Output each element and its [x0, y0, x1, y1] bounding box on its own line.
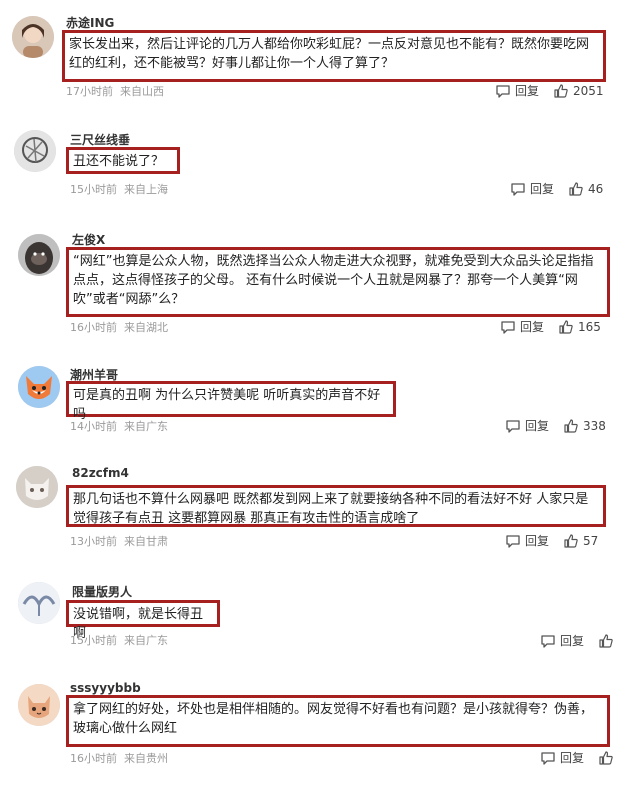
like-count: 165 — [578, 319, 601, 334]
comment-meta: 17小时前 来自山西 — [66, 83, 164, 99]
like-count: 46 — [588, 181, 604, 196]
comment-body: 那几句话也不算什么网暴吧 既然都发到网上来了就要接纳各种不同的看法好不好 人家只… — [66, 485, 606, 527]
reply-label: 回复 — [560, 634, 585, 648]
comment-list: 赤途ING 家长发出来，然后让评论的几万人都给你吹彩虹屁？一点反对意见也不能有？既… — [0, 0, 618, 788]
comment-time: 15小时前 — [70, 634, 117, 647]
like-count: 57 — [583, 533, 599, 548]
comment-meta: 16小时前 来自湖北 — [70, 319, 168, 335]
comment-username[interactable]: sssyyybbb — [70, 681, 141, 695]
avatar-fox-icon[interactable] — [18, 366, 60, 408]
comment-meta: 15小时前 来自广东 — [70, 632, 168, 648]
comment-username[interactable]: 82zcfm4 — [72, 466, 129, 480]
avatar-gorilla-icon[interactable] — [18, 234, 60, 276]
like-button[interactable]: 213 — [598, 633, 618, 649]
reply-icon — [505, 418, 525, 434]
reply-button[interactable]: 回复 — [505, 417, 549, 434]
comment-time: 17小时前 — [66, 85, 113, 98]
comment-location: 来自山西 — [120, 85, 164, 98]
avatar-cat-icon[interactable] — [16, 466, 58, 508]
comment-actions: 回复 338 — [505, 417, 606, 434]
comment-username[interactable]: 限量版男人 — [72, 583, 132, 600]
reply-icon — [540, 633, 560, 649]
like-button[interactable]: 165 — [558, 319, 601, 335]
comment-username[interactable]: 三尺丝线垂 — [70, 131, 130, 148]
avatar-girl-icon[interactable] — [12, 16, 54, 58]
comment-username[interactable]: 赤途ING — [66, 14, 114, 31]
thumbs-up-icon — [553, 83, 573, 99]
reply-label: 回复 — [530, 182, 555, 196]
comment-actions: 回复 46 — [510, 180, 603, 197]
reply-icon — [500, 319, 520, 335]
comment-meta: 16小时前 来自贵州 — [70, 750, 168, 766]
comment-time: 14小时前 — [70, 420, 117, 433]
reply-label: 回复 — [525, 419, 550, 433]
like-button[interactable]: 676 — [598, 750, 618, 766]
comment-body: 可是真的丑啊 为什么只许赞美呢 听听真实的声音不好吗 — [66, 381, 396, 422]
reply-label: 回复 — [560, 751, 585, 765]
reply-button[interactable]: 回复 — [510, 180, 554, 197]
comment-body: 家长发出来，然后让评论的几万人都给你吹彩虹屁？一点反对意见也不能有？既然你要吃网… — [62, 30, 606, 82]
comment-actions: 回复 676 — [540, 749, 618, 766]
avatar-sketch-icon[interactable] — [14, 130, 56, 172]
reply-button[interactable]: 回复 — [495, 82, 539, 99]
reply-icon — [505, 533, 525, 549]
thumbs-up-icon — [558, 319, 578, 335]
reply-icon — [510, 181, 530, 197]
like-count: 338 — [583, 418, 606, 433]
comment-location: 来自广东 — [124, 634, 168, 647]
like-button[interactable]: 46 — [568, 181, 603, 197]
comment-time: 13小时前 — [70, 535, 117, 548]
comment-location: 来自上海 — [124, 183, 168, 196]
comment-time: 16小时前 — [70, 752, 117, 765]
thumbs-up-icon — [563, 418, 583, 434]
avatar-bird-icon[interactable] — [18, 582, 60, 624]
comment-meta: 14小时前 来自广东 — [70, 418, 168, 434]
comment-actions: 回复 213 — [540, 632, 618, 649]
comment-body: 没说错啊，就是长得丑啊 — [66, 600, 220, 641]
comment-time: 16小时前 — [70, 321, 117, 334]
reply-button[interactable]: 回复 — [500, 318, 544, 335]
comment-body: “网红”也算是公众人物，既然选择当公众人物走进大众视野，就难免受到大众品头论足指… — [66, 247, 610, 317]
reply-button[interactable]: 回复 — [540, 632, 584, 649]
reply-button[interactable]: 回复 — [540, 749, 584, 766]
like-button[interactable]: 2051 — [553, 83, 604, 99]
comment-username[interactable]: 左俊X — [72, 231, 105, 248]
reply-icon — [540, 750, 560, 766]
comment-actions: 回复 57 — [505, 532, 598, 549]
comment-location: 来自甘肃 — [124, 535, 168, 548]
thumbs-up-icon — [598, 633, 618, 649]
comment-actions: 回复 165 — [500, 318, 601, 335]
thumbs-up-icon — [563, 533, 583, 549]
reply-icon — [495, 83, 515, 99]
comment-time: 15小时前 — [70, 183, 117, 196]
reply-label: 回复 — [515, 84, 540, 98]
comment-body: 丑还不能说了？ — [66, 147, 180, 174]
like-count: 2051 — [573, 83, 604, 98]
reply-label: 回复 — [525, 534, 550, 548]
thumbs-up-icon — [568, 181, 588, 197]
like-button[interactable]: 57 — [563, 533, 598, 549]
comment-location: 来自湖北 — [124, 321, 168, 334]
comment-meta: 15小时前 来自上海 — [70, 181, 168, 197]
comment-body: 拿了网红的好处，坏处也是相伴相随的。网友觉得不好看也有问题？是小孩就得夸？伪善，… — [66, 695, 610, 747]
comment-location: 来自广东 — [124, 420, 168, 433]
reply-button[interactable]: 回复 — [505, 532, 549, 549]
reply-label: 回复 — [520, 320, 545, 334]
comment-meta: 13小时前 来自甘肃 — [70, 533, 168, 549]
like-button[interactable]: 338 — [563, 418, 606, 434]
avatar-cartoon-cat-icon[interactable] — [18, 684, 60, 726]
comment-location: 来自贵州 — [124, 752, 168, 765]
thumbs-up-icon — [598, 750, 618, 766]
comment-actions: 回复 2051 — [495, 82, 604, 99]
